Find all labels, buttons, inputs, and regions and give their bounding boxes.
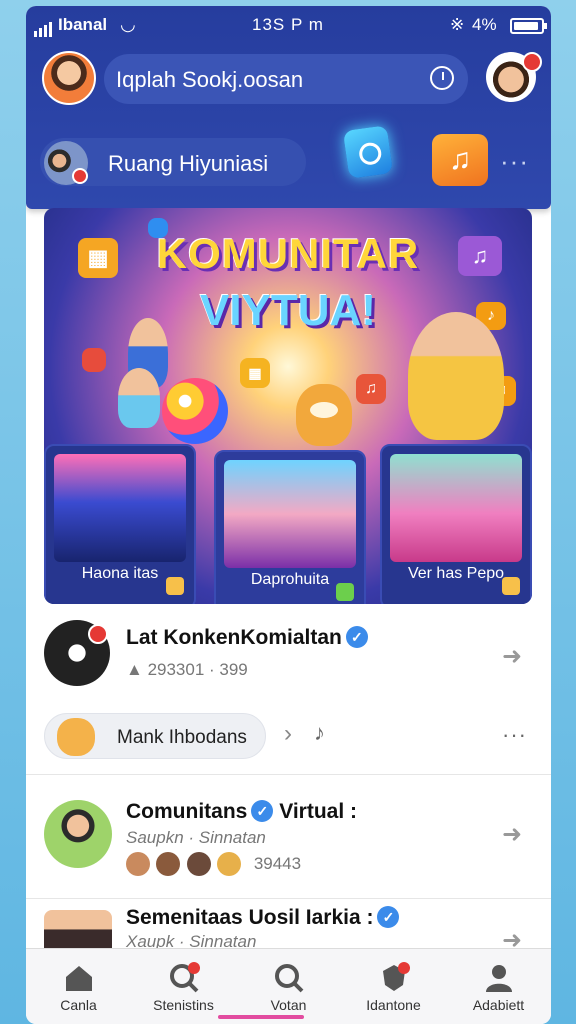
hero-card-2[interactable]: Daprohuita bbox=[214, 450, 366, 604]
post-meta: Saupkn · Sinnatan bbox=[126, 828, 266, 847]
carrier-label: Ibanal bbox=[34, 15, 107, 37]
nav-item-votan[interactable]: Votan bbox=[236, 949, 341, 1024]
room-pill[interactable]: Ruang Hiyuniasi bbox=[40, 138, 306, 186]
post-title[interactable]: Semenitaas Uosil Iarkia : ✓ bbox=[126, 906, 400, 930]
carrier-text: Ibanal bbox=[58, 15, 108, 34]
search-icon bbox=[170, 962, 200, 993]
app-screen: Ibanal ◡ 13S P m ※ 4% Iqplah Sookj.oosan… bbox=[26, 6, 551, 1024]
music-icon: ♫ bbox=[356, 374, 386, 404]
notification-badge bbox=[522, 52, 542, 72]
participant-avatar bbox=[217, 852, 242, 876]
home-icon bbox=[66, 966, 92, 991]
music-note-icon[interactable]: ♪ bbox=[314, 720, 325, 746]
music-icon bbox=[336, 583, 354, 601]
verified-icon: ✓ bbox=[345, 626, 368, 648]
post-title-tail: Virtual : bbox=[279, 800, 357, 823]
music-app-icon[interactable]: ♫ bbox=[432, 134, 488, 186]
post-title-tail: Uosil Iarkia : bbox=[248, 906, 374, 929]
post-title-text: Lat KonkenKomialtan bbox=[126, 626, 342, 649]
nav-label: Votan bbox=[270, 997, 307, 1013]
card-image bbox=[224, 460, 356, 568]
chip-label: Mank Ihbodans bbox=[117, 727, 247, 748]
sticker-icon bbox=[82, 348, 106, 372]
hero-card-3[interactable]: Ver has Pepo bbox=[380, 444, 532, 604]
hero-banner[interactable]: ▦ ♫ ♪ ▦ ♫ ♫ KOMUNITAR VIYTUA! Haona itas… bbox=[44, 208, 532, 604]
divider bbox=[26, 774, 551, 775]
share-icon[interactable]: ➜ bbox=[502, 642, 522, 671]
activity-chip[interactable]: Mank Ihbodans bbox=[44, 713, 266, 759]
shield-icon bbox=[383, 962, 410, 991]
participant-avatar bbox=[156, 852, 181, 876]
post-title-text: Semenitaas bbox=[126, 906, 243, 929]
participant-avatar bbox=[186, 852, 211, 876]
verified-icon: ✓ bbox=[377, 906, 400, 928]
active-indicator bbox=[218, 1015, 304, 1019]
top-header: Ibanal ◡ 13S P m ※ 4% Iqplah Sookj.oosan… bbox=[26, 6, 551, 209]
bluetooth-icon: ※ bbox=[450, 15, 465, 34]
mascot-icon bbox=[57, 718, 95, 756]
signal-icon bbox=[34, 17, 54, 37]
person-icon bbox=[486, 965, 512, 992]
nav-label: Idantone bbox=[366, 997, 421, 1013]
share-icon[interactable]: ➜ bbox=[502, 820, 522, 849]
room-label: Ruang Hiyuniasi bbox=[108, 151, 269, 176]
music-icon bbox=[166, 577, 184, 595]
room-badge bbox=[72, 168, 88, 184]
search-bar[interactable]: Iqplah Sookj.oosan bbox=[104, 54, 468, 104]
wifi-icon: ◡ bbox=[120, 14, 136, 34]
more-options-icon[interactable]: ··· bbox=[500, 146, 529, 177]
grid-icon: ▦ bbox=[240, 358, 270, 388]
card-image bbox=[54, 454, 186, 562]
nav-item-home[interactable]: Canla bbox=[26, 949, 131, 1024]
search-text: Iqplah Sookj.oosan bbox=[116, 67, 304, 92]
post-meta-text: 293301 · 399 bbox=[147, 660, 248, 679]
nav-label: Canla bbox=[60, 997, 97, 1013]
hero-title-line1: KOMUNITAR bbox=[156, 230, 420, 277]
bubble-orb bbox=[162, 378, 228, 444]
bottom-navigation: Canla Stenistins Votan Idantone Adabiett bbox=[26, 948, 551, 1024]
like-icon: ▲ bbox=[126, 660, 143, 679]
participant-avatar bbox=[126, 852, 150, 876]
search-icon bbox=[275, 964, 304, 993]
person-illustration bbox=[118, 368, 160, 428]
divider bbox=[26, 898, 551, 899]
card-image bbox=[390, 454, 522, 562]
nav-label: Adabiett bbox=[472, 997, 525, 1013]
hero-card-1[interactable]: Haona itas bbox=[44, 444, 196, 604]
post-avatar[interactable] bbox=[44, 800, 112, 868]
mascot-illustration bbox=[296, 384, 352, 446]
nav-label: Stenistins bbox=[153, 997, 214, 1013]
music-icon bbox=[502, 577, 520, 595]
post-title[interactable]: Lat KonkenKomialtan ✓ bbox=[126, 626, 368, 650]
participant-count: 39443 bbox=[253, 854, 302, 873]
nav-item-idantone[interactable]: Idantone bbox=[341, 949, 446, 1024]
person-illustration bbox=[408, 312, 504, 440]
battery-percent: 4% bbox=[472, 15, 497, 34]
post-title[interactable]: Comunitans ✓ Virtual : bbox=[126, 800, 357, 824]
chevron-right-icon[interactable]: › bbox=[284, 720, 292, 748]
camera-app-icon[interactable] bbox=[342, 125, 394, 179]
post-title-text: Comunitans bbox=[126, 800, 248, 823]
nav-item-profile[interactable]: Adabiett bbox=[446, 949, 551, 1024]
post-meta: ▲ 293301 · 399 bbox=[126, 660, 248, 680]
nav-item-stenistins[interactable]: Stenistins bbox=[131, 949, 236, 1024]
battery-icon bbox=[510, 18, 547, 34]
notification-badge bbox=[88, 624, 108, 644]
history-icon[interactable] bbox=[430, 66, 454, 90]
more-options-icon[interactable]: ··· bbox=[502, 722, 527, 748]
verified-icon: ✓ bbox=[251, 800, 274, 822]
clock-time: 13S P m bbox=[252, 15, 324, 34]
participants-row: 39443 bbox=[126, 852, 301, 876]
user-avatar[interactable] bbox=[42, 51, 96, 105]
status-bar: Ibanal ◡ 13S P m ※ 4% bbox=[26, 12, 551, 38]
